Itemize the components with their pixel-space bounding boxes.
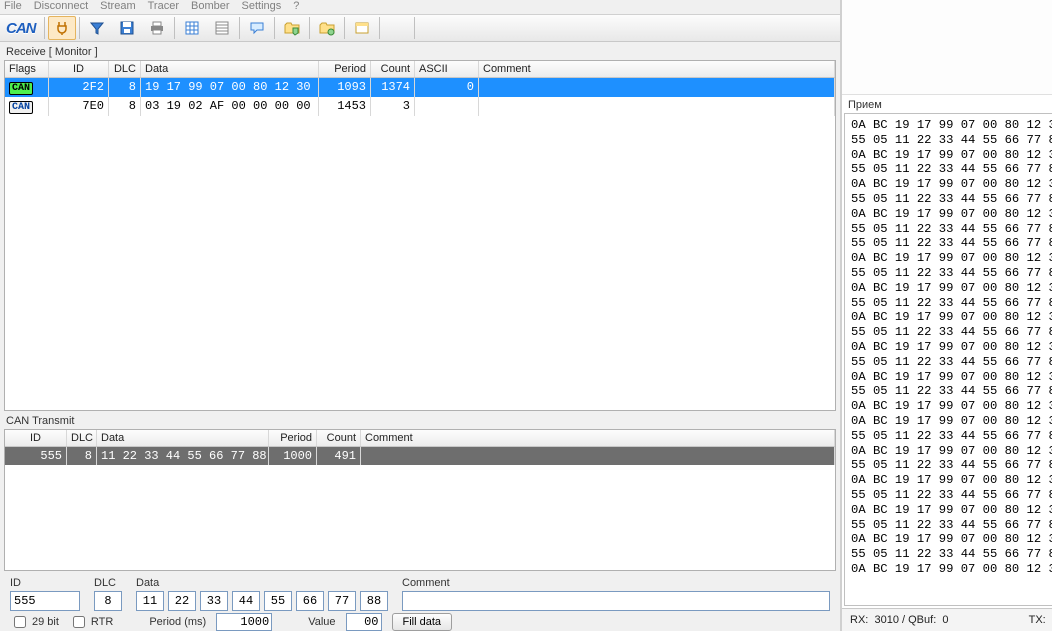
cb-29bit[interactable]: 29 bit <box>10 613 59 631</box>
dlc-label: DLC <box>94 577 122 589</box>
transmit-row[interactable]: 555811 22 33 44 55 66 77 881000491 <box>5 447 835 465</box>
folder-tag-icon[interactable] <box>278 16 306 40</box>
id-label: ID <box>10 577 80 589</box>
cb-rtr[interactable]: RTR <box>69 613 113 631</box>
placeholder2-icon[interactable] <box>418 16 446 40</box>
menu-disconnect[interactable]: Disconnect <box>34 0 88 12</box>
menubar: File Disconnect Stream Tracer Bomber Settings… <box>0 0 840 14</box>
monitor-row[interactable]: CAN7E0803 19 02 AF 00 00 00 0014533 <box>5 97 835 116</box>
comment-input[interactable] <box>402 591 830 611</box>
menu-bomber[interactable]: Bomber <box>191 0 230 12</box>
data-byte-4[interactable] <box>264 591 292 611</box>
grid2-icon[interactable] <box>208 16 236 40</box>
monitor-grid[interactable]: Flags ID DLC Data Period Count ASCII Com… <box>4 60 836 411</box>
app-logo: CAN <box>0 20 42 37</box>
data-byte-6[interactable] <box>328 591 356 611</box>
fill-data-button[interactable]: Fill data <box>392 613 453 631</box>
menu-file[interactable]: File <box>4 0 22 12</box>
dlc-input[interactable] <box>94 591 122 611</box>
data-byte-2[interactable] <box>200 591 228 611</box>
receive-title: Прием <box>842 95 1052 111</box>
right-blank-panel <box>842 0 1052 95</box>
save-icon[interactable] <box>113 16 141 40</box>
toolbar: CAN <box>0 14 840 42</box>
transmit-header: ID DLC Data Period Count Comment <box>5 430 835 447</box>
hex-dump[interactable]: 0A BC 19 17 99 07 00 80 12 30 55 05 11 2… <box>844 113 1052 606</box>
monitor-header: Flags ID DLC Data Period Count ASCII Com… <box>5 61 835 78</box>
value-label: Value <box>308 616 335 628</box>
comment-label: Comment <box>402 577 830 589</box>
transmit-title: CAN Transmit <box>4 415 836 427</box>
folder-tag-alt-icon[interactable] <box>313 16 341 40</box>
data-byte-7[interactable] <box>360 591 388 611</box>
placeholder-icon[interactable] <box>383 16 411 40</box>
printer-icon[interactable] <box>143 16 171 40</box>
filter-icon[interactable] <box>83 16 111 40</box>
data-byte-0[interactable] <box>136 591 164 611</box>
data-label: Data <box>136 577 388 589</box>
data-byte-1[interactable] <box>168 591 196 611</box>
monitor-title: Receive [ Monitor ] <box>4 46 836 58</box>
id-input[interactable] <box>10 591 80 611</box>
plug-icon[interactable] <box>48 16 76 40</box>
menu-settings[interactable]: Settings <box>242 0 282 12</box>
menu-stream[interactable]: Stream <box>100 0 135 12</box>
menu-tracer[interactable]: Tracer <box>148 0 179 12</box>
window-icon[interactable] <box>348 16 376 40</box>
transmit-grid[interactable]: ID DLC Data Period Count Comment 555811 … <box>4 429 836 571</box>
monitor-row[interactable]: CAN2F2819 17 99 07 00 80 12 30109313740 <box>5 78 835 97</box>
data-byte-3[interactable] <box>232 591 260 611</box>
grid1-icon[interactable] <box>178 16 206 40</box>
period-label: Period (ms) <box>149 616 206 628</box>
chat-icon[interactable] <box>243 16 271 40</box>
data-byte-5[interactable] <box>296 591 324 611</box>
value-input[interactable] <box>346 613 382 631</box>
period-input[interactable] <box>216 613 272 631</box>
menu-?[interactable]: ? <box>293 0 299 12</box>
right-statusbar: RX: 3010 / QBuf: 0 TX: 0 <box>842 608 1052 631</box>
